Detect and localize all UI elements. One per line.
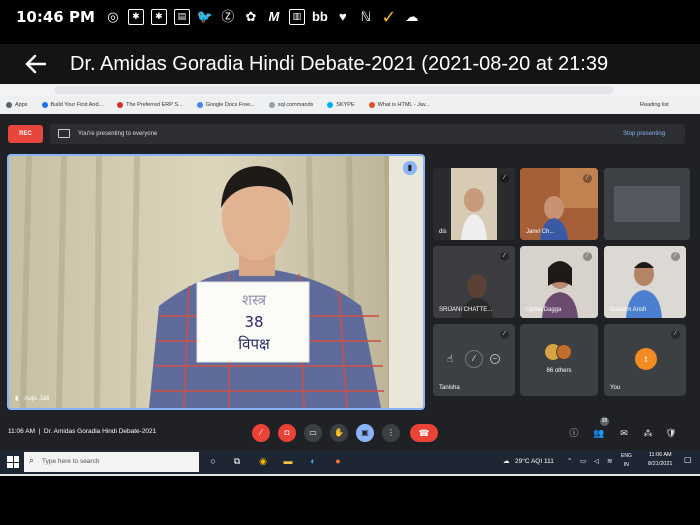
main-speaker-name: ▮ Aujis Jalil bbox=[15, 396, 50, 402]
status-time: 10:46 PM bbox=[16, 8, 95, 26]
others-tile[interactable]: 86 others bbox=[520, 324, 598, 396]
people-icon[interactable]: 👥 bbox=[592, 426, 606, 440]
participant-count-badge: 98 bbox=[600, 417, 609, 426]
edge-icon[interactable]: ◐ bbox=[306, 454, 320, 468]
end-call-button[interactable]: ☎ bbox=[410, 424, 438, 442]
main-speaker-video[interactable]: शस्त्र 38 विपक्ष ▮ ▮ Aujis Jalil bbox=[7, 154, 425, 410]
others-count: 86 others bbox=[546, 368, 572, 374]
mic-icon: ▮ bbox=[15, 396, 19, 402]
bookmark-item[interactable]: Build Your First And... bbox=[41, 102, 103, 108]
back-arrow-icon[interactable] bbox=[0, 44, 70, 84]
bookmark-item[interactable]: SKYPE bbox=[327, 102, 355, 108]
cloud-icon: ☁ bbox=[405, 9, 419, 24]
host-controls-icon[interactable]: 🛡 bbox=[664, 426, 678, 440]
url-bar[interactable] bbox=[54, 86, 614, 94]
mic-toggle-button[interactable]: ⁄ bbox=[252, 424, 270, 442]
weather-icon: ☁ bbox=[503, 458, 510, 465]
check-icon: ✓ bbox=[381, 7, 397, 27]
mic-off-icon: ⁄ bbox=[671, 330, 680, 339]
volume-icon[interactable]: ◁ bbox=[594, 454, 599, 470]
bookmark-item[interactable]: Google Docs Free... bbox=[196, 102, 255, 108]
heart-icon: ♥ bbox=[339, 9, 347, 24]
meeting-details: 11:06 AM | Dr. Amidas Goradia Hindi Deba… bbox=[8, 428, 157, 435]
captions-button[interactable]: ▭ bbox=[304, 424, 322, 442]
raise-hand-button[interactable]: ✋ bbox=[330, 424, 348, 442]
m-icon: M bbox=[268, 9, 280, 24]
activities-icon[interactable]: ⁂ bbox=[641, 426, 655, 440]
bookmarks-bar: Apps Build Your First And... The Preferr… bbox=[0, 96, 700, 114]
self-tile[interactable]: t ⁄ You bbox=[604, 324, 686, 396]
card-line: शस्त्र bbox=[241, 291, 267, 309]
mic-off-icon: ⁄ bbox=[671, 252, 680, 261]
z-icon: Ⓩ bbox=[221, 9, 235, 24]
player-title-bar: Dr. Amidas Goradia Hindi Debate-2021 (20… bbox=[0, 44, 700, 84]
bookmark-item[interactable]: sql commands bbox=[268, 102, 313, 108]
task-view-icon[interactable]: ⧉ bbox=[230, 454, 244, 468]
flipboard-icon: ▤ bbox=[173, 9, 190, 25]
participant-tile[interactable] bbox=[604, 168, 690, 240]
mic-off-icon: ⁄ bbox=[583, 252, 592, 261]
speaking-indicator-icon: ▮ bbox=[403, 161, 417, 175]
mic-off-icon: ⁄ bbox=[500, 252, 509, 261]
photos-icon: ✿ bbox=[245, 9, 257, 24]
file-explorer-icon[interactable]: ▬ bbox=[281, 454, 295, 468]
participant-tile[interactable]: ⁄ Upma Dagga bbox=[520, 246, 598, 318]
windows-start-icon[interactable] bbox=[7, 456, 19, 468]
twitter-icon: 🐦 bbox=[196, 9, 214, 24]
participant-tile[interactable]: ⁄ Janvi Ch... bbox=[520, 168, 598, 240]
mic-off-icon: ⁄ bbox=[583, 174, 592, 183]
video-title: Dr. Amidas Goradia Hindi Debate-2021 (20… bbox=[70, 52, 609, 75]
avatars-icon bbox=[545, 344, 573, 360]
bookmark-item[interactable]: Apps bbox=[6, 102, 28, 108]
stop-presenting-button[interactable]: Stop presenting bbox=[623, 124, 665, 144]
player-bottom-area bbox=[0, 476, 700, 525]
whatsapp-icon: ◎ bbox=[107, 9, 119, 24]
info-icon[interactable]: ⓘ bbox=[567, 426, 581, 440]
network-icon[interactable]: ▭ bbox=[580, 454, 586, 470]
bookmark-item[interactable]: The Preferred ERP S... bbox=[117, 102, 183, 108]
reading-list[interactable]: Reading list bbox=[640, 96, 669, 114]
more-options-button[interactable]: ⋮ bbox=[382, 424, 400, 442]
participant-tile[interactable]: ⁄ Gautam Ansh bbox=[604, 246, 686, 318]
card-line: 38 bbox=[244, 313, 264, 331]
weather-info[interactable]: 29°C AQI 111 bbox=[515, 454, 554, 470]
tray-overflow-icon[interactable]: ⌃ bbox=[567, 454, 572, 470]
cortana-icon[interactable]: ○ bbox=[206, 454, 220, 468]
participant-tile[interactable]: ⁄ ☝ ⁄ – Tanisha bbox=[433, 324, 515, 396]
participant-tile[interactable]: ⁄ SRIJANI CHATTE... bbox=[433, 246, 515, 318]
taskbar-search-input[interactable]: Type here to search bbox=[24, 452, 199, 472]
search-icon: ⌕ bbox=[29, 455, 35, 465]
notification-icon[interactable]: ▢ bbox=[684, 455, 692, 464]
taskbar-clock[interactable]: 11:06 AM 8/21/2021 bbox=[648, 451, 672, 469]
stamp-icon-2: ✱ bbox=[150, 9, 167, 25]
language-indicator[interactable]: ENG IN bbox=[621, 452, 632, 470]
rec-badge: REC bbox=[8, 125, 43, 143]
remove-participant-icon[interactable]: – bbox=[490, 354, 500, 364]
pin-icon[interactable]: ☝ bbox=[447, 354, 453, 365]
bookmark-item[interactable]: What is HTML - Jav... bbox=[368, 102, 430, 108]
self-avatar: t bbox=[635, 348, 657, 370]
presenting-text: You're presenting to everyone bbox=[78, 131, 158, 137]
mic-off-icon: ⁄ bbox=[500, 330, 509, 339]
card-line: विपक्ष bbox=[238, 335, 270, 353]
newspaper-icon: ▥ bbox=[288, 9, 305, 25]
nn-icon: ℕ bbox=[360, 9, 372, 24]
chrome-icon[interactable]: ◉ bbox=[256, 454, 270, 468]
firefox-icon[interactable]: ● bbox=[331, 454, 345, 468]
chat-icon[interactable]: ✉ bbox=[617, 426, 631, 440]
mic-off-icon: ⁄ bbox=[500, 174, 509, 183]
participant-tile[interactable]: ⁄ dis bbox=[433, 168, 515, 240]
bb-icon: bb bbox=[311, 9, 328, 24]
stamp-icon: ✱ bbox=[127, 9, 144, 25]
present-screen-icon bbox=[58, 129, 70, 138]
mute-participant-icon[interactable]: ⁄ bbox=[465, 350, 483, 368]
wifi-icon[interactable]: ≋ bbox=[607, 454, 612, 470]
present-button[interactable]: ▣ bbox=[356, 424, 374, 442]
android-status-bar: 10:46 PM ◎ ✱ ✱ ▤ 🐦 Ⓩ ✿ M ▥ bb ♥ ℕ ✓ ☁ bbox=[0, 0, 700, 34]
camera-toggle-button[interactable]: ◘ bbox=[278, 424, 296, 442]
